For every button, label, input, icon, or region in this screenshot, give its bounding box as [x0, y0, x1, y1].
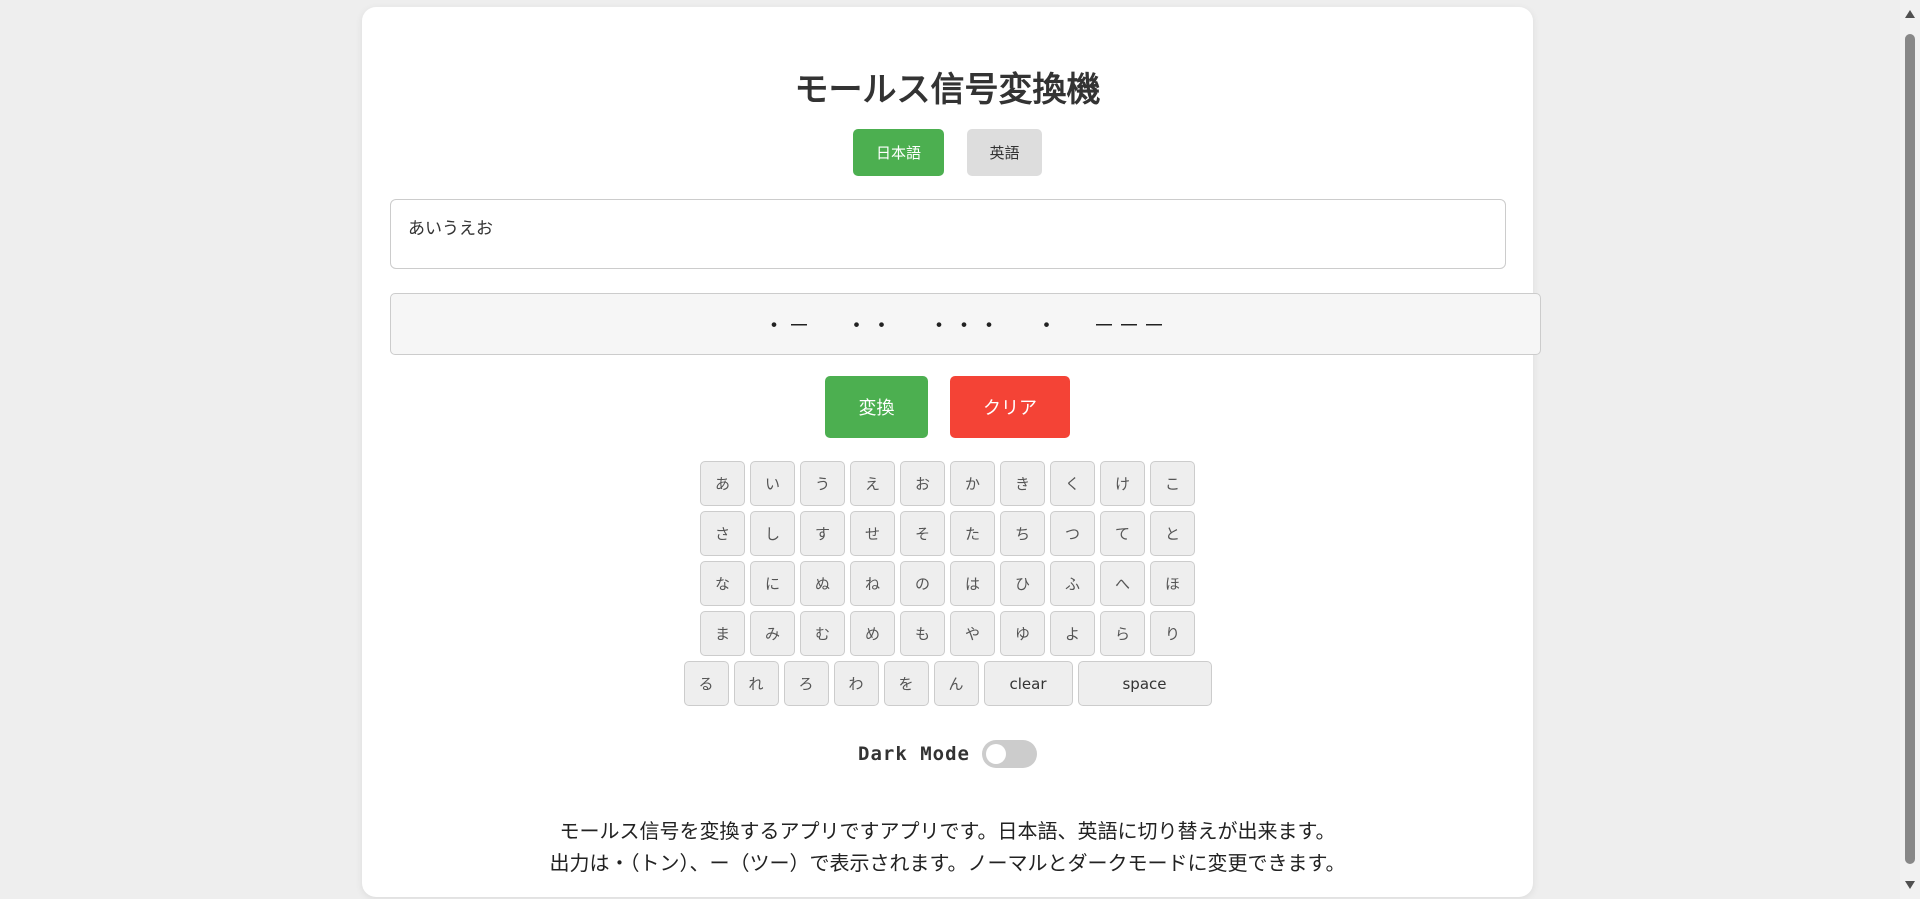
keyboard-row: ま み む め も や ゆ よ ら り [700, 611, 1195, 656]
kana-key[interactable]: わ [833, 661, 879, 706]
toggle-knob [985, 744, 1006, 764]
kana-key[interactable]: か [950, 461, 995, 506]
keyboard-row: さ し す せ そ た ち つ て と [700, 511, 1195, 556]
kana-key[interactable]: に [750, 561, 795, 606]
kana-key[interactable]: ほ [1150, 561, 1195, 606]
kana-key[interactable]: そ [900, 511, 945, 556]
kana-key[interactable]: ろ [783, 661, 829, 706]
kana-key[interactable]: さ [700, 511, 745, 556]
kana-key[interactable]: む [800, 611, 845, 656]
kana-key[interactable]: や [950, 611, 995, 656]
kana-keyboard: あ い う え お か き く け こ さ し す せ そ た ち つ て と … [362, 461, 1533, 706]
kana-key[interactable]: す [800, 511, 845, 556]
dark-mode-label: Dark Mode [858, 743, 970, 765]
kana-key[interactable]: を [883, 661, 929, 706]
kana-key[interactable]: り [1150, 611, 1195, 656]
action-buttons: 変換 クリア [362, 376, 1533, 438]
kana-key[interactable]: ん [933, 661, 979, 706]
kana-key[interactable]: れ [733, 661, 779, 706]
kana-key[interactable]: ぬ [800, 561, 845, 606]
description-line: モールス信号を変換するアプリですアプリです。日本語、英語に切り替えが出来ます。 [559, 819, 1336, 843]
kana-key[interactable]: け [1100, 461, 1145, 506]
kana-key[interactable]: ち [1000, 511, 1045, 556]
convert-button[interactable]: 変換 [825, 376, 928, 438]
keyboard-row: あ い う え お か き く け こ [700, 461, 1195, 506]
kana-key[interactable]: あ [700, 461, 745, 506]
language-switcher: 日本語 英語 [362, 129, 1533, 176]
converter-card: モールス信号変換機 日本語 英語 あいうえお ・－ ・・ ・・・ ・ －－－ 変… [362, 7, 1541, 897]
kana-key[interactable]: な [700, 561, 745, 606]
kana-key[interactable]: お [900, 461, 945, 506]
kana-key[interactable]: の [900, 561, 945, 606]
kana-key[interactable]: も [900, 611, 945, 656]
kana-key[interactable]: ゆ [1000, 611, 1045, 656]
kana-key[interactable]: き [1000, 461, 1045, 506]
english-button[interactable]: 英語 [967, 129, 1042, 176]
clear-button[interactable]: クリア [950, 376, 1070, 438]
scroll-down-icon[interactable] [1905, 881, 1915, 889]
kana-key[interactable]: た [950, 511, 995, 556]
kana-key[interactable]: ひ [1000, 561, 1045, 606]
keyboard-row: な に ぬ ね の は ひ ふ へ ほ [700, 561, 1195, 606]
kana-key[interactable]: よ [1050, 611, 1095, 656]
keyboard-clear-key[interactable]: clear [983, 661, 1073, 706]
kana-key[interactable]: せ [850, 511, 895, 556]
vertical-scrollbar[interactable] [1900, 0, 1920, 899]
scroll-thumb[interactable] [1905, 34, 1915, 864]
kana-key[interactable]: る [683, 661, 729, 706]
kana-key[interactable]: ふ [1050, 561, 1095, 606]
morse-output: ・－ ・・ ・・・ ・ －－－ [390, 293, 1541, 355]
kana-key[interactable]: み [750, 611, 795, 656]
kana-key[interactable]: め [850, 611, 895, 656]
kana-key[interactable]: は [950, 561, 995, 606]
keyboard-space-key[interactable]: space [1077, 661, 1212, 706]
kana-key[interactable]: ね [850, 561, 895, 606]
text-input[interactable]: あいうえお [390, 199, 1506, 269]
kana-key[interactable]: し [750, 511, 795, 556]
kana-key[interactable]: へ [1100, 561, 1145, 606]
kana-key[interactable]: と [1150, 511, 1195, 556]
kana-key[interactable]: て [1100, 511, 1145, 556]
keyboard-row: る れ ろ わ を ん clear space [683, 661, 1212, 706]
page-title: モールス信号変換機 [794, 70, 1101, 110]
japanese-button[interactable]: 日本語 [853, 129, 944, 176]
kana-key[interactable]: い [750, 461, 795, 506]
kana-key[interactable]: く [1050, 461, 1095, 506]
app-description: モールス信号を変換するアプリですアプリです。日本語、英語に切り替えが出来ます。 … [362, 815, 1533, 879]
scroll-up-icon[interactable] [1905, 10, 1915, 18]
dark-mode-control: Dark Mode [362, 740, 1533, 768]
kana-key[interactable]: つ [1050, 511, 1095, 556]
description-line: 出力は・（トン）、ー（ツー）で表示されます。ノーマルとダークモードに変更できます… [549, 851, 1346, 875]
dark-mode-toggle[interactable] [981, 740, 1037, 768]
kana-key[interactable]: こ [1150, 461, 1195, 506]
kana-key[interactable]: ま [700, 611, 745, 656]
kana-key[interactable]: え [850, 461, 895, 506]
kana-key[interactable]: う [800, 461, 845, 506]
kana-key[interactable]: ら [1100, 611, 1145, 656]
